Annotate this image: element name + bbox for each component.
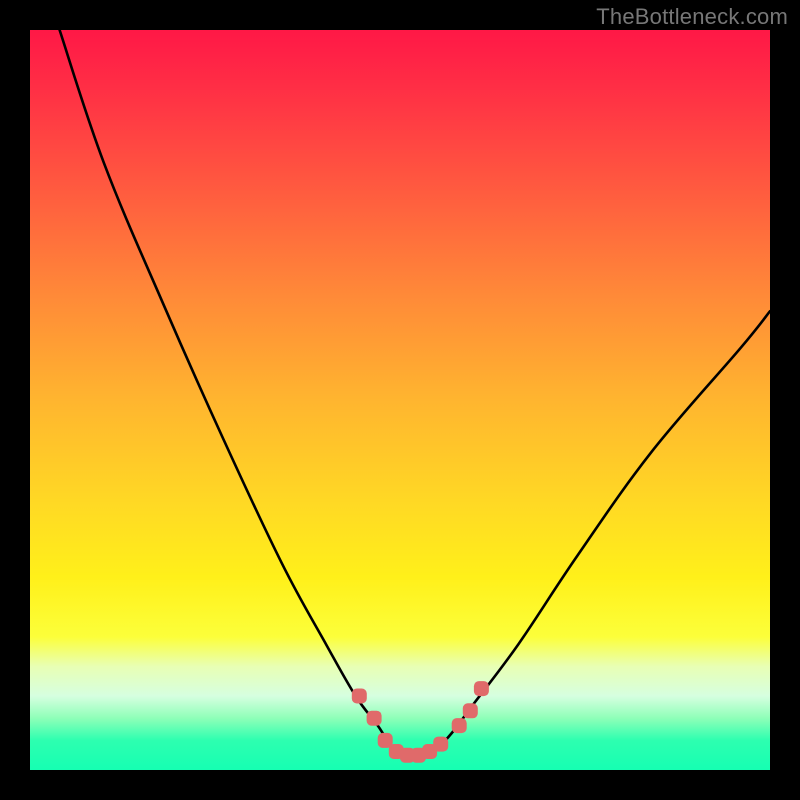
plot-area	[30, 30, 770, 770]
chart-frame: TheBottleneck.com	[0, 0, 800, 800]
chart-svg	[30, 30, 770, 770]
curve-marker	[452, 718, 467, 733]
curve-marker	[367, 711, 382, 726]
curve-marker	[463, 703, 478, 718]
curve-marker	[352, 689, 367, 704]
curve-marker	[433, 737, 448, 752]
curve-markers	[352, 681, 489, 763]
watermark-text: TheBottleneck.com	[596, 4, 788, 30]
curve-marker	[474, 681, 489, 696]
bottleneck-curve	[60, 30, 770, 756]
